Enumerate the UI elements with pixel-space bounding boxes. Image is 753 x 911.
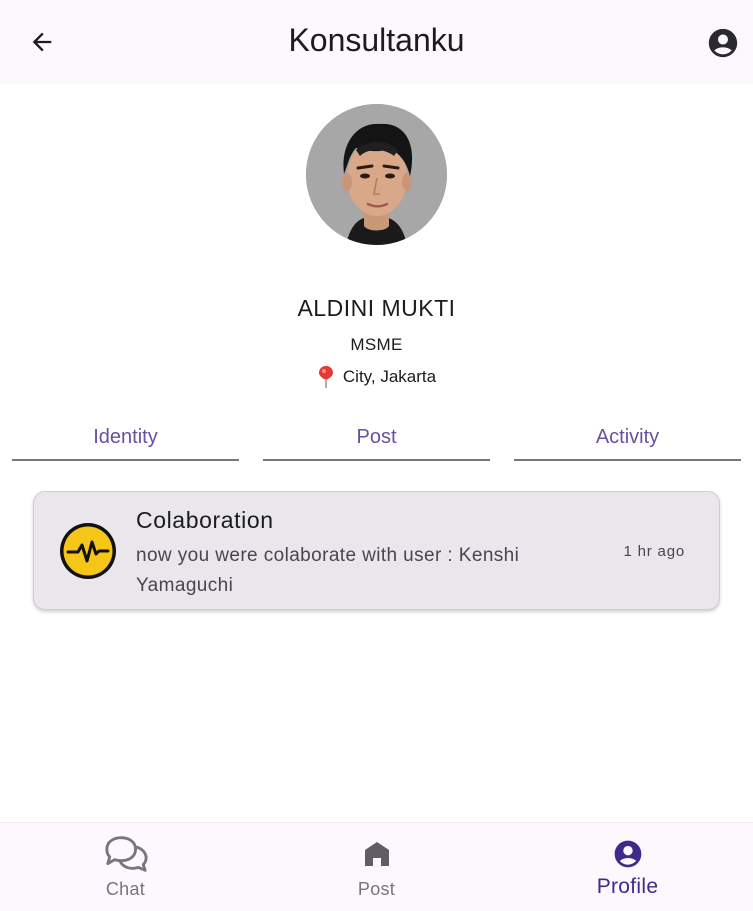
home-icon (364, 842, 389, 866)
tab-label: Identity (93, 426, 158, 448)
activity-pulse-icon (60, 523, 116, 579)
tab-post[interactable]: Post (263, 422, 490, 462)
activity-timestamp: 1 hr ago (623, 543, 685, 560)
tab-underline (12, 459, 239, 461)
activity-title: Colaboration (136, 507, 274, 533)
tab-underline (263, 459, 490, 461)
nav-icon-wrap (605, 835, 651, 873)
nav-item-chat[interactable]: Chat (0, 823, 251, 911)
nav-icon-wrap (103, 835, 149, 873)
tab-label: Activity (595, 426, 660, 448)
tab-underline (514, 459, 741, 461)
location-pin-icon (318, 366, 333, 388)
account-button[interactable] (706, 26, 740, 60)
activity-description: now you were colaborate with user : Kens… (136, 545, 520, 596)
account-circle-icon (614, 840, 641, 868)
profile-role: MSME (350, 335, 403, 354)
tab-identity[interactable]: Identity (12, 422, 239, 462)
activity-card[interactable]: Colaboration now you were colaborate wit… (33, 491, 720, 610)
nav-label: Post (357, 879, 396, 899)
app-bar: Konsultanku (0, 0, 753, 84)
chat-bubbles-icon (104, 836, 148, 872)
nav-label: Chat (105, 879, 146, 899)
profile-photo (306, 104, 447, 245)
avatar (306, 104, 447, 245)
tab-label: Post (356, 426, 397, 448)
nav-icon-wrap (354, 835, 400, 873)
tab-activity[interactable]: Activity (514, 422, 741, 462)
profile-name: ALDINI MUKTI (297, 295, 456, 321)
account-circle-icon (708, 28, 738, 58)
bottom-navigation: Chat Post Profile (0, 822, 753, 911)
nav-item-post[interactable]: Post (251, 823, 502, 911)
location-text: City, Jakarta (342, 367, 437, 386)
profile-location: City, Jakarta (0, 365, 753, 389)
page-title: Konsultanku (288, 22, 465, 58)
nav-label: Profile (596, 875, 659, 898)
nav-item-profile[interactable]: Profile (502, 823, 753, 911)
